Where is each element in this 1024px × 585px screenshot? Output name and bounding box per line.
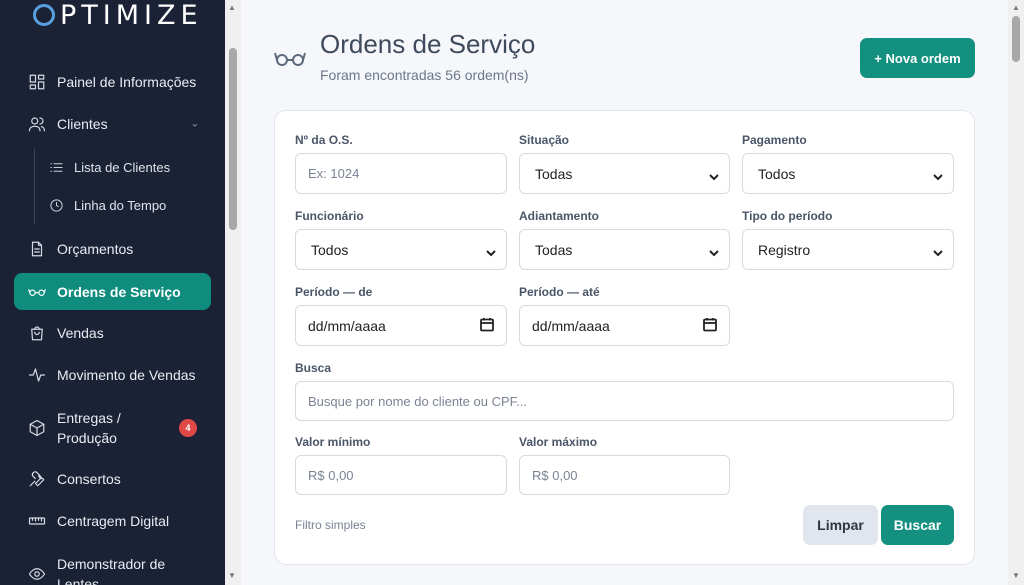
os-number-input[interactable]: Ex: 1024 xyxy=(295,153,507,194)
page-title: Ordens de Serviço xyxy=(320,29,536,59)
chevron-down-icon xyxy=(933,169,943,180)
chevron-down-icon xyxy=(709,169,719,180)
main-scrollbar-thumb[interactable] xyxy=(1012,16,1020,62)
sidebar-item-orcamentos[interactable]: Orçamentos xyxy=(14,229,211,269)
results-count: Foram encontradas 56 ordem(ns) xyxy=(320,67,529,83)
pagamento-label: Pagamento xyxy=(742,133,807,147)
sidebar-item-demonstrador[interactable]: Demonstrador de Lentes xyxy=(14,551,211,585)
tipo-periodo-select[interactable]: Registro xyxy=(742,229,954,270)
sidebar: PTIMIZE Painel de Informações Clientes ⌄… xyxy=(0,0,225,585)
search-button[interactable]: Buscar xyxy=(881,505,954,545)
sidebar-item-label: Movimento de Vendas xyxy=(57,367,196,383)
chevron-down-icon xyxy=(933,245,943,256)
sidebar-item-movimento-vendas[interactable]: Movimento de Vendas xyxy=(14,355,211,395)
activity-icon xyxy=(27,365,47,385)
glasses-icon xyxy=(274,48,306,73)
periodo-de-label: Período — de xyxy=(295,285,373,299)
app-logo: PTIMIZE xyxy=(33,0,203,31)
glasses-icon xyxy=(27,282,47,302)
situacao-select[interactable]: Todas xyxy=(519,153,730,194)
package-icon xyxy=(27,418,47,438)
scroll-down-icon[interactable]: ▼ xyxy=(228,571,236,580)
sidebar-item-centragem[interactable]: Centragem Digital xyxy=(14,501,211,541)
sidebar-item-label: Lista de Clientes xyxy=(74,159,171,175)
valor-min-label: Valor mínimo xyxy=(295,435,371,449)
busca-label: Busca xyxy=(295,361,332,375)
situacao-label: Situação xyxy=(519,133,570,147)
sidebar-item-label: Clientes xyxy=(57,116,108,132)
adiantamento-select[interactable]: Todas xyxy=(519,229,730,270)
sidebar-scrollbar-thumb[interactable] xyxy=(229,48,237,230)
sidebar-item-entregas[interactable]: Entregas / Produção 4 xyxy=(14,405,211,451)
scroll-up-icon[interactable]: ▲ xyxy=(228,3,236,12)
tipo-periodo-label: Tipo do período xyxy=(742,209,833,223)
new-order-button[interactable]: + Nova ordem xyxy=(860,38,975,78)
sidebar-item-label: Painel de Informações xyxy=(57,74,197,90)
sidebar-item-label: Ordens de Serviço xyxy=(57,283,181,300)
sidebar-item-linha-tempo[interactable]: Linha do Tempo xyxy=(34,186,211,224)
os-number-label: Nº da O.S. xyxy=(295,133,353,147)
funcionario-select[interactable]: Todos xyxy=(295,229,507,270)
sidebar-item-label: Linha do Tempo xyxy=(74,197,167,213)
sidebar-item-lista-clientes[interactable]: Lista de Clientes xyxy=(34,148,211,186)
logo-o-icon xyxy=(33,4,55,26)
sidebar-item-vendas[interactable]: Vendas xyxy=(14,313,211,353)
periodo-de-input[interactable]: dd/mm/aaaa xyxy=(295,305,507,346)
chevron-down-icon xyxy=(486,245,496,256)
sidebar-item-consertos[interactable]: Consertos xyxy=(14,459,211,499)
periodo-ate-input[interactable]: dd/mm/aaaa xyxy=(519,305,730,346)
sidebar-item-label: Vendas xyxy=(57,325,104,341)
sidebar-item-label: Centragem Digital xyxy=(57,513,170,529)
sidebar-item-label: Demonstrador de Lentes xyxy=(57,556,166,585)
dashboard-icon xyxy=(27,72,47,92)
users-icon xyxy=(27,114,47,134)
sidebar-item-label: Consertos xyxy=(57,471,121,487)
sidebar-item-ordens-servico[interactable]: Ordens de Serviço xyxy=(14,273,211,310)
sidebar-item-clientes[interactable]: Clientes ⌄ xyxy=(14,104,211,144)
wrench-icon xyxy=(27,469,47,489)
calendar-icon[interactable] xyxy=(703,317,717,334)
funcionario-label: Funcionário xyxy=(295,209,364,223)
sidebar-item-label: Orçamentos xyxy=(57,241,134,257)
calendar-icon[interactable] xyxy=(480,317,494,334)
valor-max-input[interactable]: R$ 0,00 xyxy=(519,455,730,495)
list-icon xyxy=(48,159,64,175)
adiantamento-label: Adiantamento xyxy=(519,209,600,223)
document-icon xyxy=(27,239,47,259)
periodo-ate-label: Período — até xyxy=(519,285,600,299)
valor-min-input[interactable]: R$ 0,00 xyxy=(295,455,507,495)
ruler-icon xyxy=(27,511,47,531)
valor-max-label: Valor máximo xyxy=(519,435,598,449)
search-input[interactable]: Busque por nome do cliente ou CPF... xyxy=(295,381,954,421)
clear-button[interactable]: Limpar xyxy=(803,505,878,545)
notification-badge: 4 xyxy=(179,419,197,437)
sidebar-item-label: Entregas / Produção xyxy=(57,410,121,446)
shopping-bag-icon xyxy=(27,323,47,343)
chevron-down-icon xyxy=(709,245,719,256)
eye-icon xyxy=(27,564,47,584)
filter-card: Nº da O.S. Ex: 1024 Situação Todas Pagam… xyxy=(274,110,975,565)
scroll-up-icon[interactable]: ▲ xyxy=(1012,3,1020,12)
scroll-down-icon[interactable]: ▼ xyxy=(1012,571,1020,580)
pagamento-select[interactable]: Todos xyxy=(742,153,954,194)
main-content: Ordens de Serviço Foram encontradas 56 o… xyxy=(241,0,1008,585)
sidebar-item-painel[interactable]: Painel de Informações xyxy=(14,62,211,102)
main-scrollbar[interactable] xyxy=(1008,0,1024,585)
simple-filter-link[interactable]: Filtro simples xyxy=(295,518,366,532)
clock-icon xyxy=(48,197,64,213)
chevron-down-icon[interactable]: ⌄ xyxy=(191,119,199,130)
